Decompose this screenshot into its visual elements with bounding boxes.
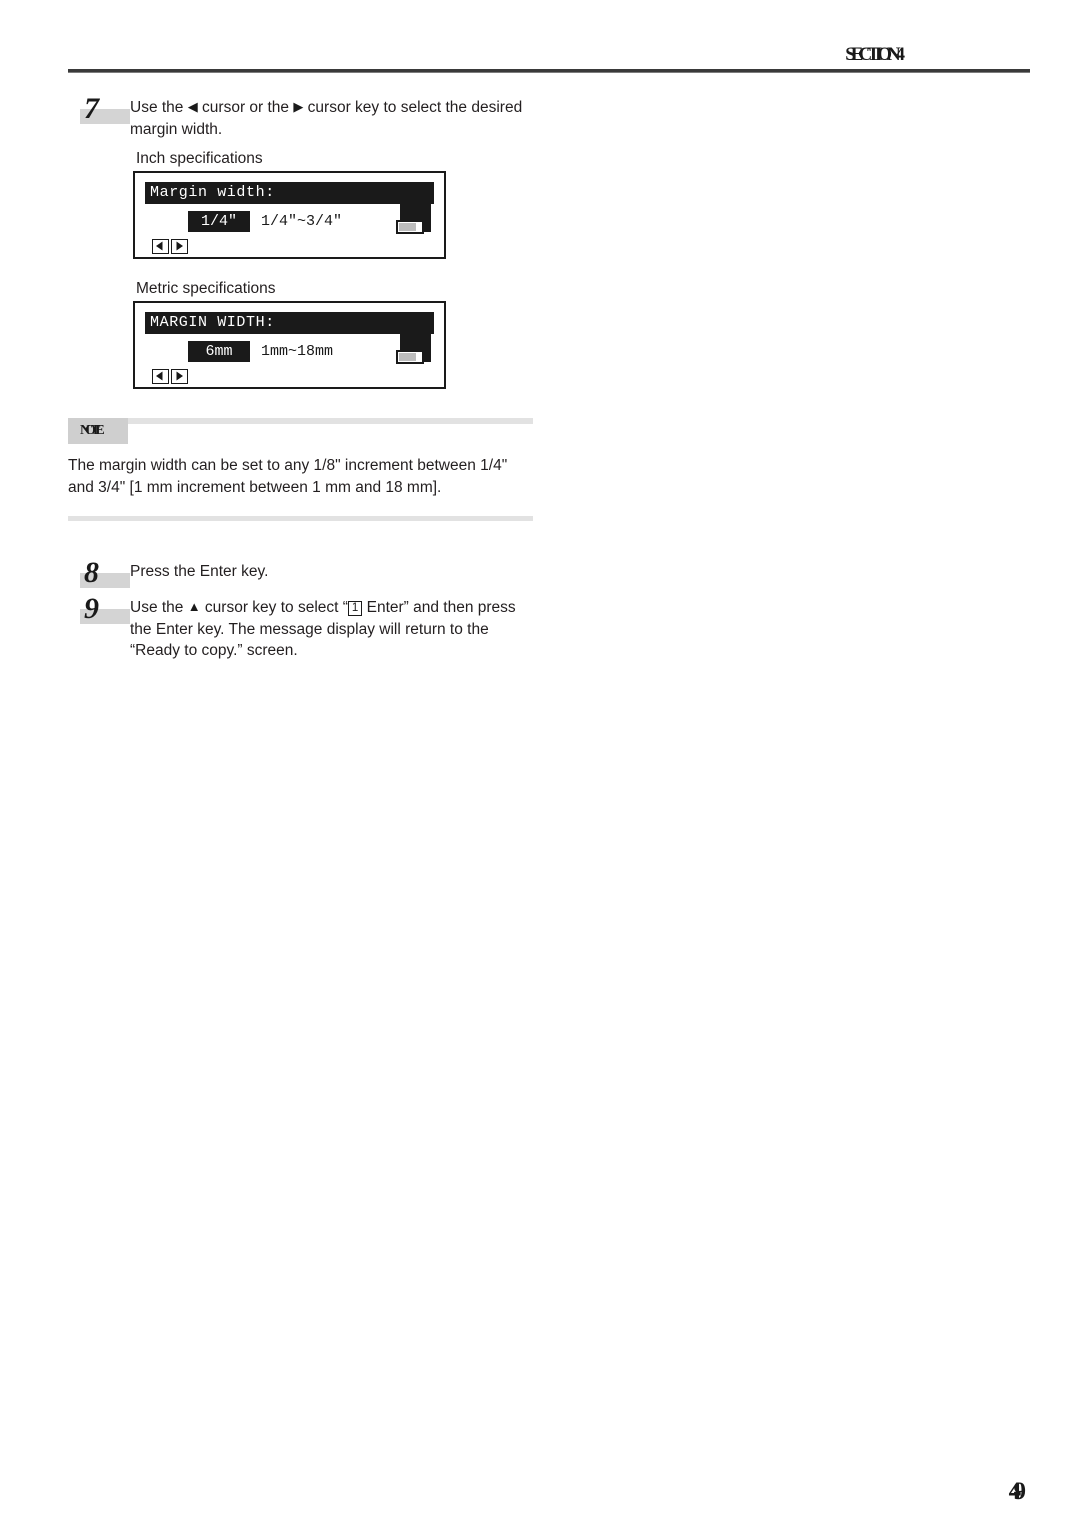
step-9-text: Use the ▲ cursor key to select “1 Enter”… xyxy=(130,596,530,662)
lcd-metric-selected-value: 6mm xyxy=(188,341,250,362)
paper-icon-tray-fill xyxy=(399,223,416,231)
up-cursor-arrow-icon: ▲ xyxy=(187,599,201,614)
step-9-text-part-1: Use the xyxy=(130,599,188,616)
lcd-metric-titlebar: MARGIN WIDTH: xyxy=(145,312,434,334)
lcd-metric-right-cursor-key[interactable] xyxy=(171,369,188,384)
note-top-divider: NOTE xyxy=(68,418,533,444)
page-number: 4-9 xyxy=(1008,1478,1027,1505)
step-7-text: Use the ◀ cursor or the ▶ cursor key to … xyxy=(130,96,530,140)
chevron-right-icon xyxy=(176,241,183,251)
lcd-metric-title: MARGIN WIDTH: xyxy=(150,314,275,331)
step-8: 8 Press the Enter key. xyxy=(68,556,538,590)
note-block: NOTE The margin width can be set to any … xyxy=(68,418,533,521)
step-9-number: 9 xyxy=(84,592,99,625)
paper-icon-tray xyxy=(396,220,424,234)
note-tab: NOTE xyxy=(68,418,128,444)
lcd-inch-title: Margin width: xyxy=(150,184,275,201)
note-bottom-divider xyxy=(68,516,533,521)
boxed-number-one: 1 xyxy=(347,600,363,616)
chevron-left-icon xyxy=(156,371,163,381)
step-8-text: Press the Enter key. xyxy=(130,563,269,580)
lcd-metric-paper-tray-icon xyxy=(396,331,431,366)
lcd-inch-right-cursor-key[interactable] xyxy=(171,239,188,254)
header-divider xyxy=(68,69,1030,73)
right-cursor-arrow-icon: ▶ xyxy=(293,99,304,114)
lcd-metric-range: 1mm~18mm xyxy=(261,343,334,360)
chevron-right-icon xyxy=(176,371,183,381)
lcd-metric-left-cursor-key[interactable] xyxy=(152,369,169,384)
chevron-left-icon xyxy=(156,241,163,251)
step-8-number-badge: 8 xyxy=(68,556,130,590)
header-section-title: SECTION 4 xyxy=(845,44,905,65)
step-7-text-part-1: Use the xyxy=(130,99,188,116)
paper-icon-tray-fill xyxy=(399,353,416,361)
note-body-text: The margin width can be set to any 1/8" … xyxy=(68,457,508,496)
manual-page: SECTION 4 7 Use the ◀ cursor or the ▶ cu… xyxy=(0,0,1080,1528)
step-8-number: 8 xyxy=(84,556,99,589)
lcd-inch-cursor-keys xyxy=(152,239,188,254)
page-header: SECTION 4 xyxy=(68,44,1030,73)
paper-icon-tray xyxy=(396,350,424,364)
step-9-text-part-2: cursor key to select “ xyxy=(200,599,348,616)
step-7-number: 7 xyxy=(84,92,99,125)
lcd-metric-cursor-keys xyxy=(152,369,188,384)
note-tab-label: NOTE xyxy=(80,423,105,438)
step-7-text-part-2: cursor or the xyxy=(197,99,294,116)
inch-specifications-label: Inch specifications xyxy=(136,150,263,167)
lcd-inch-left-cursor-key[interactable] xyxy=(152,239,169,254)
lcd-panel-metric: MARGIN WIDTH: 6mm 1mm~18mm xyxy=(133,301,446,389)
step-9: 9 Use the ▲ cursor key to select “1 Ente… xyxy=(68,592,538,662)
step-7-number-badge: 7 xyxy=(68,92,130,126)
lcd-inch-selected-value: 1/4" xyxy=(188,211,250,232)
lcd-panel-inch: Margin width: 1/4" 1/4"~3/4" xyxy=(133,171,446,259)
metric-specifications-label: Metric specifications xyxy=(136,280,276,297)
lcd-inch-paper-tray-icon xyxy=(396,201,431,236)
lcd-inch-titlebar: Margin width: xyxy=(145,182,434,204)
left-cursor-arrow-icon: ◀ xyxy=(187,99,198,114)
step-9-number-badge: 9 xyxy=(68,592,130,626)
step-7: 7 Use the ◀ cursor or the ▶ cursor key t… xyxy=(68,92,538,140)
lcd-inch-range: 1/4"~3/4" xyxy=(261,213,343,230)
